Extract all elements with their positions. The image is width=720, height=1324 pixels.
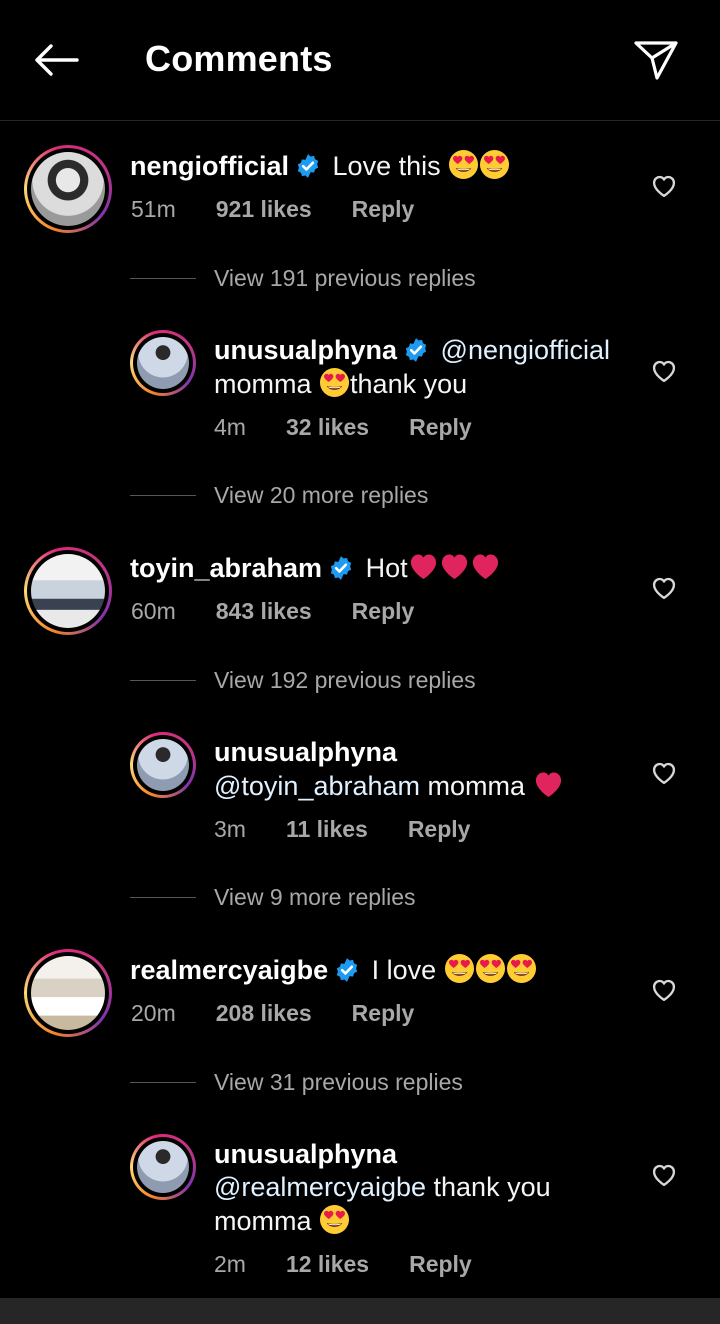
- red-heart-emoji-icon: [533, 769, 564, 800]
- comment-time: 20m: [131, 1000, 176, 1026]
- share-button[interactable]: [630, 36, 682, 84]
- reply-button[interactable]: Reply: [409, 414, 472, 441]
- reply-button[interactable]: Reply: [352, 598, 415, 625]
- reply-text: unusualphyna @realmercyaigbe thank you m…: [214, 1138, 551, 1238]
- reply-time: 2m: [214, 1251, 246, 1277]
- paper-plane-icon: [634, 41, 678, 80]
- red-heart-emoji-icon: [439, 551, 470, 582]
- comment-input-bar[interactable]: [0, 1298, 720, 1324]
- comment-text: realmercyaigbe I love: [130, 953, 537, 987]
- reply-button[interactable]: Reply: [409, 1251, 472, 1278]
- reply-button[interactable]: Reply: [352, 1000, 415, 1027]
- reply-username[interactable]: unusualphyna: [214, 1139, 397, 1169]
- divider-line: [130, 495, 196, 496]
- verified-badge-icon: [328, 555, 354, 581]
- avatar[interactable]: [24, 547, 112, 635]
- view-previous-replies[interactable]: View 31 previous replies: [130, 1069, 463, 1096]
- heart-eyes-emoji-icon: [319, 1204, 350, 1235]
- back-button[interactable]: [28, 36, 84, 84]
- heart-eyes-emoji-icon: [475, 953, 506, 984]
- comment-time: 51m: [131, 196, 176, 222]
- like-count[interactable]: 11 likes: [286, 816, 368, 843]
- like-count[interactable]: 208 likes: [216, 1000, 312, 1027]
- reply-button[interactable]: Reply: [408, 816, 471, 843]
- like-heart-icon[interactable]: [650, 976, 678, 1004]
- arrow-left-icon: [35, 44, 79, 76]
- view-more-replies[interactable]: View 9 more replies: [130, 884, 416, 911]
- reply-meta: 3m 11 likes Reply: [214, 816, 510, 843]
- mention-link[interactable]: @realmercyaigbe: [214, 1172, 426, 1202]
- view-replies-label: View 192 previous replies: [214, 667, 476, 693]
- heart-eyes-emoji-icon: [444, 953, 475, 984]
- comment-meta: 51m 921 likes Reply: [131, 196, 454, 223]
- reply-username[interactable]: unusualphyna: [214, 737, 397, 767]
- mention-link[interactable]: @toyin_abraham: [214, 771, 420, 801]
- reply-time: 4m: [214, 414, 246, 440]
- avatar[interactable]: [130, 732, 196, 798]
- heart-eyes-emoji-icon: [448, 149, 479, 180]
- reply-body: thank you: [433, 1172, 551, 1202]
- avatar[interactable]: [24, 145, 112, 233]
- comment-body: Hot: [365, 553, 408, 583]
- like-heart-icon[interactable]: [650, 759, 678, 787]
- comment-username[interactable]: realmercyaigbe: [130, 955, 328, 985]
- top-bar: Comments: [0, 0, 720, 121]
- view-previous-replies[interactable]: View 192 previous replies: [130, 667, 476, 694]
- reply-meta: 2m 12 likes Reply: [214, 1251, 512, 1278]
- verified-badge-icon: [295, 153, 321, 179]
- reply-body: thank you: [350, 369, 468, 399]
- like-heart-icon[interactable]: [650, 357, 678, 385]
- avatar[interactable]: [24, 949, 112, 1037]
- like-count[interactable]: 32 likes: [286, 414, 369, 441]
- verified-badge-icon: [334, 957, 360, 983]
- reply-time: 3m: [214, 816, 246, 842]
- comment-meta: 20m 208 likes Reply: [131, 1000, 454, 1027]
- view-replies-label: View 191 previous replies: [214, 265, 476, 291]
- view-replies-label: View 9 more replies: [214, 884, 416, 910]
- verified-badge-icon: [403, 337, 429, 363]
- like-count[interactable]: 12 likes: [286, 1251, 369, 1278]
- reply-meta: 4m 32 likes Reply: [214, 414, 512, 441]
- comment-text: nengiofficial Love this: [130, 149, 510, 183]
- divider-line: [130, 278, 196, 279]
- heart-eyes-emoji-icon: [319, 367, 350, 398]
- like-count[interactable]: 921 likes: [216, 196, 312, 223]
- like-heart-icon[interactable]: [650, 172, 678, 200]
- avatar[interactable]: [130, 330, 196, 396]
- comment-body: Love this: [332, 151, 441, 181]
- divider-line: [130, 680, 196, 681]
- divider-line: [130, 897, 196, 898]
- page-title: Comments: [145, 38, 333, 79]
- red-heart-emoji-icon: [470, 551, 501, 582]
- view-previous-replies[interactable]: View 191 previous replies: [130, 265, 476, 292]
- comment-time: 60m: [131, 598, 176, 624]
- reply-username[interactable]: unusualphyna: [214, 335, 397, 365]
- view-replies-label: View 20 more replies: [214, 482, 429, 508]
- reply-text: unusualphyna @toyin_abraham momma: [214, 736, 564, 803]
- reply-body: momma: [427, 771, 526, 801]
- comment-text: toyin_abraham Hot: [130, 551, 501, 585]
- reply-text: unusualphyna @nengiofficial momma thank …: [214, 334, 610, 401]
- reply-body: momma: [214, 369, 312, 399]
- comment-username[interactable]: nengiofficial: [130, 151, 289, 181]
- like-heart-icon[interactable]: [650, 574, 678, 602]
- like-heart-icon[interactable]: [650, 1161, 678, 1189]
- mention-link[interactable]: @nengiofficial: [441, 335, 611, 365]
- view-replies-label: View 31 previous replies: [214, 1069, 463, 1095]
- comment-username[interactable]: toyin_abraham: [130, 553, 322, 583]
- view-more-replies[interactable]: View 20 more replies: [130, 482, 428, 509]
- red-heart-emoji-icon: [408, 551, 439, 582]
- heart-eyes-emoji-icon: [506, 953, 537, 984]
- reply-body: momma: [214, 1206, 312, 1236]
- heart-eyes-emoji-icon: [479, 149, 510, 180]
- comment-meta: 60m 843 likes Reply: [131, 598, 454, 625]
- reply-button[interactable]: Reply: [352, 196, 415, 223]
- like-count[interactable]: 843 likes: [216, 598, 312, 625]
- avatar[interactable]: [130, 1134, 196, 1200]
- comment-body: I love: [371, 955, 437, 985]
- divider-line: [130, 1082, 196, 1083]
